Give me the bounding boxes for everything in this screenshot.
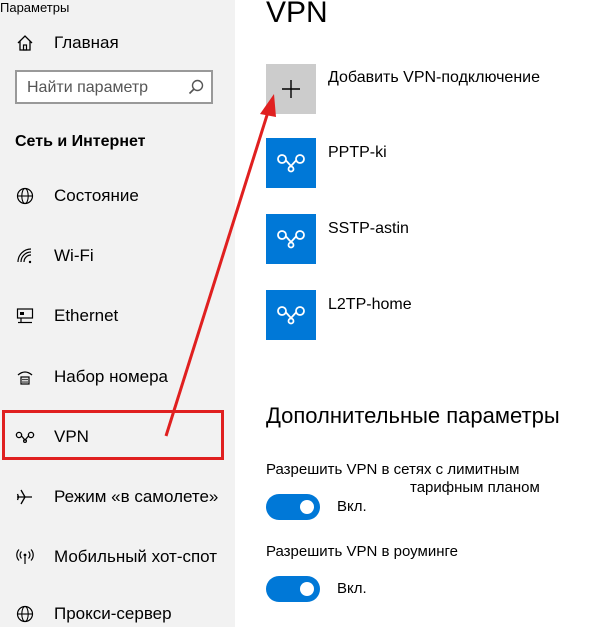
sidebar-item-label: Состояние — [54, 186, 139, 205]
metered-toggle-state: Вкл. — [337, 498, 367, 515]
sidebar-item-label: Главная — [54, 33, 119, 52]
advanced-settings-title: Дополнительные параметры — [266, 403, 560, 428]
toggle-knob — [300, 582, 314, 596]
vpn-connection-name: SSTP-astin — [328, 220, 409, 237]
hotspot-icon — [15, 547, 35, 567]
sidebar-item-home[interactable]: Главная — [0, 23, 235, 63]
sidebar-item-label: Прокси-сервер — [54, 604, 172, 623]
sidebar-item-wifi[interactable]: Wi-Fi — [0, 236, 235, 276]
sidebar: Параметры Главная Сеть и Интернет Состоя… — [0, 0, 235, 627]
vpn-connection-name: PPTP-ki — [328, 144, 387, 161]
sidebar-item-airplane[interactable]: Режим «в самолете» — [0, 477, 235, 517]
roaming-option-label: Разрешить VPN в роуминге — [266, 543, 458, 560]
metered-toggle[interactable] — [266, 494, 320, 520]
vpn-connection-icon — [266, 290, 316, 340]
vpn-connection-item[interactable]: PPTP-ki — [266, 138, 596, 188]
vpn-connection-name: L2TP-home — [328, 296, 412, 313]
add-vpn-label: Добавить VPN-подключение — [328, 69, 540, 86]
add-tile[interactable] — [266, 64, 316, 114]
wifi-icon — [15, 246, 35, 266]
sidebar-item-label: Набор номера — [54, 367, 168, 386]
vpn-connection-item[interactable]: L2TP-home — [266, 290, 596, 340]
metered-option-label-line2: тарифным планом — [410, 479, 540, 496]
sidebar-item-status[interactable]: Состояние — [0, 176, 235, 216]
metered-option-label: Разрешить VPN в сетях с лимитным — [266, 461, 520, 478]
sidebar-item-hotspot[interactable]: Мобильный хот-спот — [0, 537, 235, 577]
sidebar-item-proxy[interactable]: Прокси-сервер — [0, 594, 235, 634]
globe-icon — [15, 604, 35, 624]
search-icon[interactable] — [187, 78, 205, 96]
section-title: Сеть и Интернет — [15, 133, 146, 150]
sidebar-item-ethernet[interactable]: Ethernet — [0, 296, 235, 336]
plus-icon — [282, 80, 300, 98]
dialup-icon — [15, 367, 35, 387]
app-title: Параметры — [0, 0, 70, 15]
vpn-connection-icon — [266, 138, 316, 188]
home-icon — [15, 33, 35, 53]
sidebar-item-label: Режим «в самолете» — [54, 487, 219, 506]
toggle-knob — [300, 500, 314, 514]
search-input[interactable] — [25, 76, 189, 100]
roaming-toggle-state: Вкл. — [337, 580, 367, 597]
sidebar-item-label: Ethernet — [54, 306, 119, 325]
airplane-icon — [15, 487, 35, 507]
page-title: VPN — [266, 0, 328, 29]
roaming-toggle[interactable] — [266, 576, 320, 602]
globe-icon — [15, 186, 35, 206]
ethernet-icon — [15, 306, 35, 326]
vpn-highlight-box — [2, 410, 224, 460]
vpn-connection-item[interactable]: SSTP-astin — [266, 214, 596, 264]
sidebar-item-label: Мобильный хот-спот — [54, 547, 218, 566]
add-vpn-button[interactable]: Добавить VPN-подключение — [266, 64, 596, 114]
sidebar-item-dialup[interactable]: Набор номера — [0, 357, 235, 397]
sidebar-item-label: Wi-Fi — [54, 246, 94, 265]
search-box — [15, 70, 213, 104]
vpn-connection-icon — [266, 214, 316, 264]
